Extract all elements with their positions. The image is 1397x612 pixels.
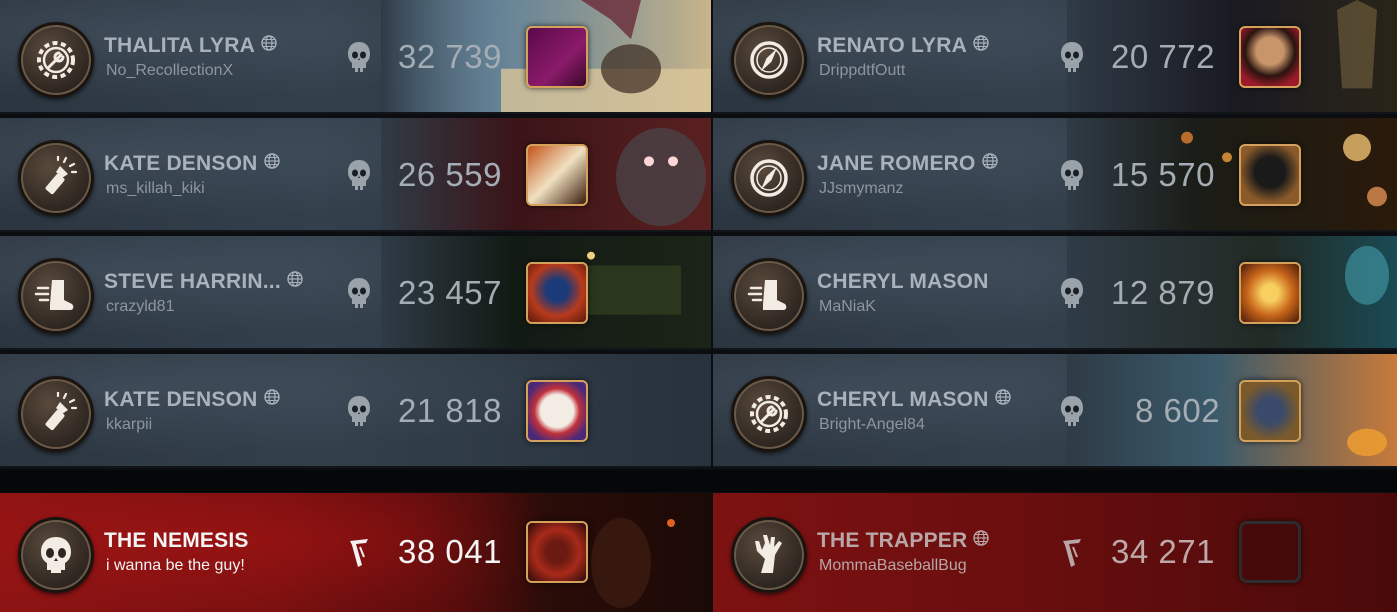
character-name: KATE DENSON — [104, 388, 258, 411]
skull-icon — [1059, 40, 1085, 76]
player-name: i wanna be the guy! — [106, 557, 245, 574]
character-name: RENATO LYRA — [817, 34, 967, 57]
survivor-card: RENATO LYRA DrippdtfOutt 20 772 — [713, 0, 1397, 114]
character-name: CHERYL MASON — [817, 388, 989, 411]
player-name: kkarpii — [106, 416, 153, 433]
player-name: No_RecollectionX — [106, 62, 234, 79]
score: 23 457 — [398, 274, 502, 311]
player-name: ms_killah_kiki — [106, 180, 205, 197]
score: 21 818 — [398, 392, 502, 429]
skull-icon — [346, 158, 372, 194]
character-portrait[interactable] — [526, 521, 588, 583]
character-portrait[interactable] — [526, 262, 588, 324]
character-portrait[interactable] — [526, 26, 588, 88]
character-name: THE TRAPPER — [817, 529, 968, 552]
score: 12 879 — [1111, 274, 1215, 311]
compass-icon — [731, 22, 807, 98]
running-boot-icon — [18, 258, 94, 334]
globe-icon — [264, 153, 280, 169]
skull-icon — [346, 276, 372, 312]
killer-card: THE TRAPPER MommaBaseballBug 34 271 — [713, 493, 1397, 612]
character-portrait[interactable] — [1239, 521, 1301, 583]
player-name: DrippdtfOutt — [819, 62, 906, 79]
character-portrait[interactable] — [1239, 380, 1301, 442]
globe-icon — [973, 35, 989, 51]
score: 26 559 — [398, 156, 502, 193]
character-portrait[interactable] — [526, 380, 588, 442]
character-portrait[interactable] — [1239, 262, 1301, 324]
score: 8 602 — [1135, 392, 1221, 429]
survivor-card: CHERYL MASON Bright-Angel84 8 602 — [713, 354, 1397, 468]
character-name: STEVE HARRIN... — [104, 270, 281, 293]
character-name: THE NEMESIS — [104, 529, 249, 552]
character-name: THALITA LYRA — [104, 34, 255, 57]
flashlight-icon — [18, 376, 94, 452]
globe-icon — [995, 389, 1011, 405]
survivor-card: KATE DENSON kkarpii 21 818 — [0, 354, 711, 468]
scoreboard: THALITA LYRA No_RecollectionX 32 739 KAT… — [0, 0, 1397, 612]
player-name: MommaBaseballBug — [819, 557, 967, 574]
hook-icon — [346, 535, 372, 571]
wrench-gear-icon — [18, 22, 94, 98]
player-name: JJsmymanz — [819, 180, 904, 197]
survivor-card: CHERYL MASON MaNiaK 12 879 — [713, 236, 1397, 350]
skull-badge-icon — [18, 517, 94, 593]
compass-icon — [731, 140, 807, 216]
divider — [0, 470, 1397, 492]
character-portrait[interactable] — [1239, 144, 1301, 206]
survivor-card: STEVE HARRIN... crazyld81 23 457 — [0, 236, 711, 350]
killer-card: THE NEMESIS i wanna be the guy! 38 041 — [0, 493, 711, 612]
skull-icon — [346, 40, 372, 76]
skull-icon — [1059, 394, 1085, 430]
globe-icon — [287, 271, 303, 287]
skull-icon — [346, 394, 372, 430]
player-name: MaNiaK — [819, 298, 876, 315]
score: 32 739 — [398, 38, 502, 75]
score: 34 271 — [1111, 533, 1215, 570]
character-portrait[interactable] — [526, 144, 588, 206]
survivor-card: JANE ROMERO JJsmymanz 15 570 — [713, 118, 1397, 232]
score: 38 041 — [398, 533, 502, 570]
character-name: CHERYL MASON — [817, 270, 989, 293]
hook-icon — [1059, 535, 1085, 571]
flashlight-icon — [18, 140, 94, 216]
skull-icon — [1059, 276, 1085, 312]
background-art — [1067, 354, 1397, 466]
character-portrait[interactable] — [1239, 26, 1301, 88]
globe-icon — [261, 35, 277, 51]
globe-icon — [264, 389, 280, 405]
globe-icon — [973, 530, 989, 546]
score: 15 570 — [1111, 156, 1215, 193]
running-boot-icon — [731, 258, 807, 334]
score: 20 772 — [1111, 38, 1215, 75]
character-name: KATE DENSON — [104, 152, 258, 175]
player-name: Bright-Angel84 — [819, 416, 925, 433]
survivor-card: THALITA LYRA No_RecollectionX 32 739 — [0, 0, 711, 114]
globe-icon — [982, 153, 998, 169]
wrench-gear-icon — [731, 376, 807, 452]
skull-icon — [1059, 158, 1085, 194]
player-name: crazyld81 — [106, 298, 175, 315]
survivor-card: KATE DENSON ms_killah_kiki 26 559 — [0, 118, 711, 232]
character-name: JANE ROMERO — [817, 152, 976, 175]
claw-hand-icon — [731, 517, 807, 593]
